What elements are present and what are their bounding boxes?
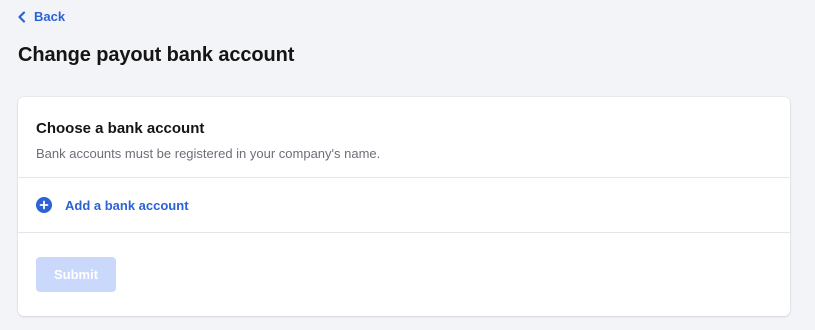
add-account-row: Add a bank account xyxy=(18,178,790,233)
page: Back Change payout bank account Choose a… xyxy=(0,0,815,330)
card-footer: Submit xyxy=(18,233,790,292)
section-subtitle: Bank accounts must be registered in your… xyxy=(36,146,381,161)
add-bank-account-label: Add a bank account xyxy=(65,197,189,213)
add-bank-account-button[interactable]: Add a bank account xyxy=(36,197,189,213)
section-title: Choose a bank account xyxy=(36,120,205,137)
back-link-label: Back xyxy=(34,9,66,24)
back-link[interactable]: Back xyxy=(17,9,65,24)
chevron-left-icon xyxy=(17,10,26,23)
plus-circle-icon xyxy=(36,197,52,213)
submit-button[interactable]: Submit xyxy=(36,257,116,292)
page-title: Change payout bank account xyxy=(18,44,295,66)
bank-account-card: Choose a bank account Bank accounts must… xyxy=(18,97,790,316)
card-header: Choose a bank account Bank accounts must… xyxy=(18,97,790,178)
